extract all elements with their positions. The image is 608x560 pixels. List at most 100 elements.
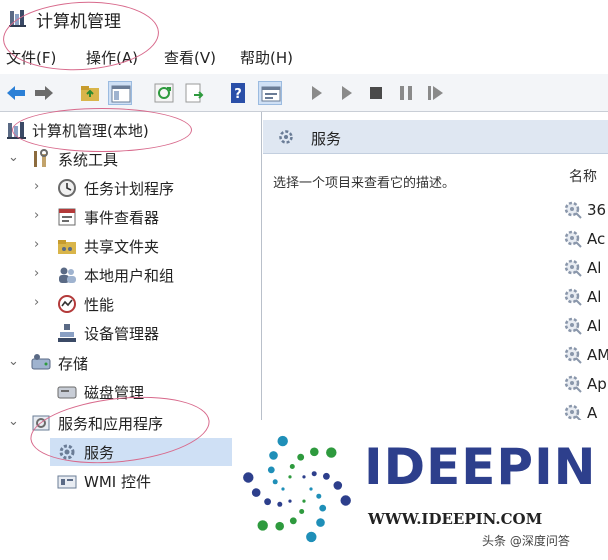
list-item-label: Al: [587, 259, 602, 277]
content-title: 服务: [311, 130, 342, 148]
clock-icon: [56, 177, 78, 199]
pause-icon[interactable]: [394, 81, 418, 105]
tree-item-disk-management[interactable]: 磁盘管理: [0, 378, 262, 406]
services-gear-icon: [563, 287, 583, 307]
logo-dot: [299, 509, 305, 514]
logo-dot: [281, 487, 285, 491]
logo-dot: [326, 447, 337, 458]
tree-item-storage[interactable]: ⌄ 存储: [0, 349, 262, 377]
show-hide-tree-icon[interactable]: [108, 81, 132, 105]
play-icon[interactable]: [304, 81, 328, 105]
tree-item-label: 系统工具: [58, 151, 119, 169]
tree-item-label: 设备管理器: [84, 325, 160, 343]
logo-dot: [316, 493, 322, 499]
up-folder-icon[interactable]: [78, 81, 102, 105]
logo-dot: [257, 520, 268, 531]
logo-dot: [306, 531, 317, 543]
menu-view[interactable]: 查看(V): [164, 47, 216, 68]
list-item-label: Ac: [587, 230, 606, 248]
list-item-label: 36: [587, 201, 607, 219]
stop-icon[interactable]: [364, 81, 388, 105]
tree-item-label: 事件查看器: [84, 209, 160, 227]
tree-item-system-tools[interactable]: ⌄ 系统工具: [0, 145, 262, 173]
description-text: 选择一个项目来查看它的描述。: [273, 176, 456, 191]
watermark-url: WWW.IDEEPIN.COM: [368, 510, 543, 528]
logo-dot: [269, 451, 278, 460]
chevron-right-icon[interactable]: ›: [34, 238, 48, 252]
chevron-down-icon[interactable]: ⌄: [8, 415, 22, 429]
restart-icon[interactable]: [424, 81, 448, 105]
list-item-label: Al: [587, 317, 602, 335]
tree-item-label: 计算机管理(本地): [32, 122, 149, 140]
help-icon[interactable]: ?: [226, 81, 250, 105]
tree-item-device-manager[interactable]: 设备管理器: [0, 319, 262, 347]
services-gear-icon: [563, 316, 583, 336]
chevron-right-icon[interactable]: ›: [34, 267, 48, 281]
logo-dot: [297, 453, 305, 461]
tree-item-local-users[interactable]: › 本地用户和组: [0, 261, 262, 289]
menu-help[interactable]: 帮助(H): [240, 47, 293, 68]
tree-item-services[interactable]: 服务: [50, 438, 262, 466]
services-gear-icon: [563, 258, 583, 278]
title-bar: 计算机管理: [0, 0, 608, 36]
tree-item-computer-management[interactable]: 计算机管理(本地): [0, 116, 262, 144]
logo-dot: [272, 479, 278, 485]
play-next-icon[interactable]: [334, 81, 358, 105]
content-header: 服务: [263, 120, 608, 154]
properties-icon[interactable]: [258, 81, 282, 105]
back-arrow-icon[interactable]: [4, 81, 28, 105]
services-gear-icon: [563, 229, 583, 249]
tree-item-services-and-applications[interactable]: ⌄ 服务和应用程序: [0, 409, 262, 437]
logo-dot: [264, 498, 271, 506]
tree-item-wmi-control[interactable]: WMI 控件: [0, 467, 262, 495]
ideepin-logo-icon: [243, 435, 351, 543]
tree-item-event-viewer[interactable]: › 事件查看器: [0, 203, 262, 231]
menu-file[interactable]: 文件(F): [6, 47, 56, 68]
column-header-name[interactable]: 名称: [569, 166, 597, 186]
logo-dot: [288, 499, 292, 503]
window-title: 计算机管理: [36, 12, 121, 32]
chevron-right-icon[interactable]: ›: [34, 180, 48, 194]
computer-management-icon: [8, 8, 28, 28]
logo-dot: [310, 447, 319, 457]
services-gear-icon: [563, 374, 583, 394]
tree-item-shared-folders[interactable]: › 共享文件夹: [0, 232, 262, 260]
tree-item-label: 性能: [84, 296, 115, 314]
tools-icon: [30, 148, 52, 170]
logo-dot: [289, 464, 295, 469]
tree-item-label: WMI 控件: [84, 473, 151, 491]
forward-arrow-icon[interactable]: [32, 81, 56, 105]
tree-item-performance[interactable]: › 性能: [0, 290, 262, 318]
tree-item-label: 磁盘管理: [84, 384, 145, 402]
refresh-icon[interactable]: [152, 81, 176, 105]
list-item-label: Al: [587, 288, 602, 306]
chevron-down-icon[interactable]: ⌄: [8, 151, 22, 165]
menu-bar: 文件(F) 操作(A) 查看(V) 帮助(H): [0, 36, 608, 74]
wmi-icon: [56, 470, 78, 492]
tree-item-label: 服务: [84, 444, 115, 462]
watermark-brand: IDEEPIN: [364, 438, 597, 496]
storage-icon: [30, 352, 52, 374]
chevron-right-icon[interactable]: ›: [34, 296, 48, 310]
menu-action[interactable]: 操作(A): [86, 47, 138, 68]
export-list-icon[interactable]: [182, 81, 206, 105]
chevron-down-icon[interactable]: ⌄: [8, 355, 22, 369]
device-manager-icon: [56, 322, 78, 344]
list-item-label: AM: [587, 346, 608, 364]
disk-icon: [56, 381, 78, 403]
logo-dot: [309, 487, 313, 491]
tree-item-task-scheduler[interactable]: › 任务计划程序: [0, 174, 262, 202]
services-gear-icon: [563, 345, 583, 365]
logo-dot: [289, 517, 297, 525]
users-icon: [56, 264, 78, 286]
logo-dot: [311, 471, 317, 477]
watermark: IDEEPIN WWW.IDEEPIN.COM 头条 @深度问答: [232, 420, 608, 560]
services-gear-icon: [563, 200, 583, 220]
logo-dot: [333, 481, 343, 490]
logo-dot: [288, 475, 292, 479]
navigation-tree: 计算机管理(本地) ⌄ 系统工具 › 任务计划程序 › 事件查看器 › 共享文件…: [0, 112, 262, 560]
logo-dot: [251, 488, 261, 497]
chevron-right-icon[interactable]: ›: [34, 209, 48, 223]
list-item-label: Ap: [587, 375, 607, 393]
logo-dot: [340, 495, 351, 506]
